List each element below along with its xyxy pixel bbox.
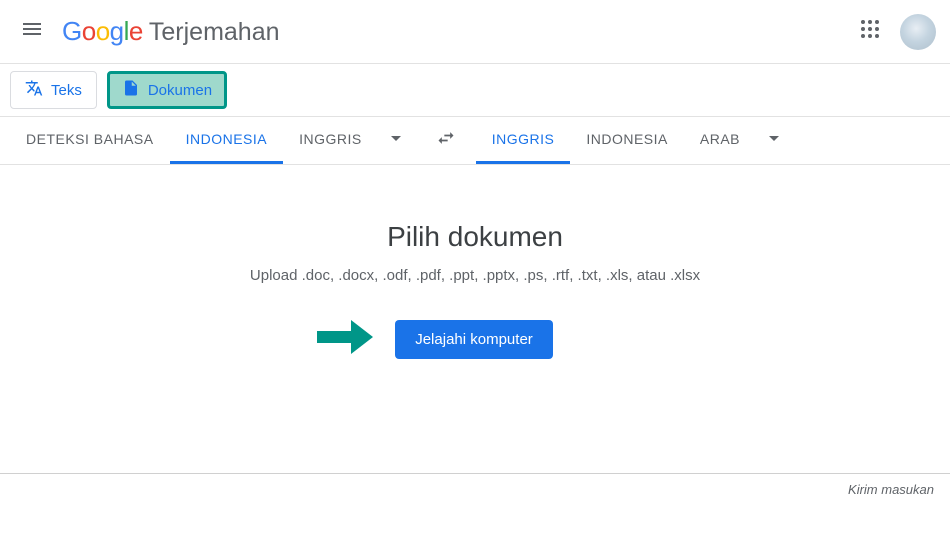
avatar[interactable]	[900, 14, 936, 50]
mode-tabs: Teks Dokumen	[0, 63, 950, 117]
browse-computer-button[interactable]: Jelajahi komputer	[395, 320, 553, 359]
feedback-link[interactable]: Kirim masukan	[848, 482, 934, 497]
source-languages: DETEKSI BAHASA INDONESIA INGGRIS	[0, 117, 414, 164]
swap-languages-icon[interactable]	[414, 128, 476, 153]
chevron-down-icon[interactable]	[756, 126, 792, 155]
document-title: Pilih dokumen	[387, 221, 563, 253]
target-lang-inggris[interactable]: INGGRIS	[476, 117, 571, 164]
apps-grid-icon[interactable]	[858, 17, 900, 46]
language-bar: DETEKSI BAHASA INDONESIA INGGRIS INGGRIS…	[0, 117, 950, 165]
app-logo[interactable]: Google Terjemahan	[62, 16, 280, 47]
target-languages: INGGRIS INDONESIA ARAB	[476, 117, 792, 164]
tab-text-label: Teks	[51, 82, 82, 99]
product-name: Terjemahan	[149, 18, 280, 47]
menu-icon[interactable]	[20, 17, 44, 46]
source-lang-indonesia[interactable]: INDONESIA	[170, 117, 284, 164]
target-lang-indonesia[interactable]: INDONESIA	[570, 117, 684, 164]
tab-text[interactable]: Teks	[10, 71, 97, 109]
tab-document[interactable]: Dokumen	[107, 71, 227, 109]
arrow-right-icon	[317, 320, 373, 359]
target-lang-arab[interactable]: ARAB	[684, 117, 756, 164]
document-upload-panel: Pilih dokumen Upload .doc, .docx, .odf, …	[0, 165, 950, 359]
source-lang-inggris[interactable]: INGGRIS	[283, 117, 378, 164]
google-logo: Google	[62, 16, 143, 47]
footer: Kirim masukan	[0, 473, 950, 497]
document-icon	[122, 79, 148, 101]
header: Google Terjemahan	[0, 0, 950, 63]
document-subtitle: Upload .doc, .docx, .odf, .pdf, .ppt, .p…	[250, 267, 700, 284]
tab-document-label: Dokumen	[148, 82, 212, 99]
chevron-down-icon[interactable]	[378, 126, 414, 155]
source-lang-detect[interactable]: DETEKSI BAHASA	[10, 117, 170, 164]
translate-icon	[25, 79, 51, 101]
